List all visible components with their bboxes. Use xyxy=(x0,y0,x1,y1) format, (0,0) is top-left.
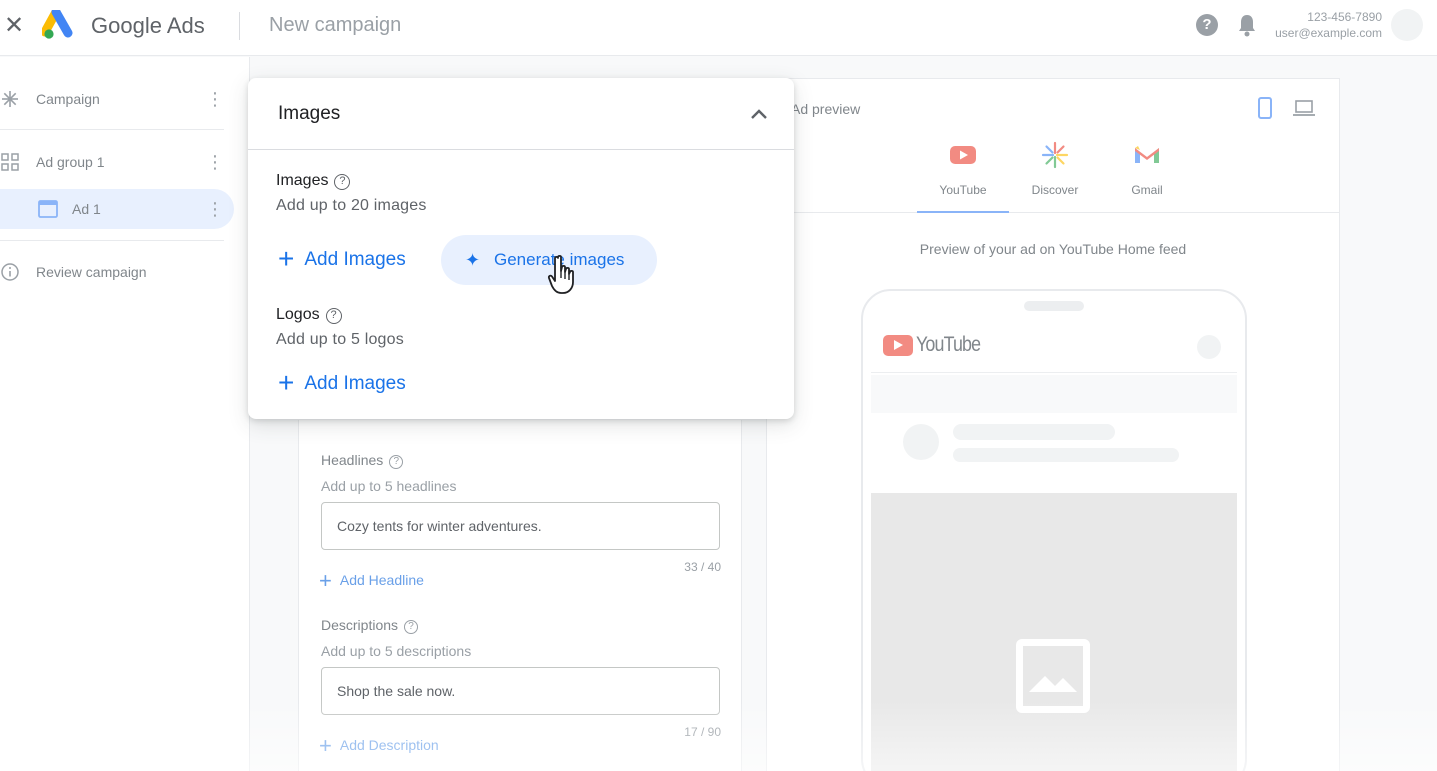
sidebar-item-ad[interactable]: Ad 1 ⋮ xyxy=(0,189,234,229)
headlines-subtitle: Add up to 5 headlines xyxy=(321,478,457,494)
sidebar-item-campaign[interactable]: Campaign ⋮ xyxy=(0,79,234,119)
subtitle-placeholder xyxy=(953,448,1179,462)
description-input[interactable]: Shop the sale now. xyxy=(321,667,720,715)
brand-name: Google Ads xyxy=(91,13,205,38)
sidebar-item-label: Ad group 1 xyxy=(36,154,105,170)
page-title: New campaign xyxy=(269,14,402,36)
images-panel: Images Images? Add up to 20 images + Add … xyxy=(248,78,794,419)
notifications-bell-icon[interactable] xyxy=(1237,13,1257,37)
image-placeholder-icon xyxy=(1016,639,1090,713)
plus-icon: + xyxy=(319,733,332,758)
help-circle-icon[interactable]: ? xyxy=(404,620,419,634)
discover-icon xyxy=(1041,141,1069,169)
ad-image-area xyxy=(871,493,1237,771)
title-placeholder xyxy=(953,424,1115,440)
more-vert-icon[interactable]: ⋮ xyxy=(206,199,224,219)
add-description-button[interactable]: + Add Description xyxy=(319,733,439,759)
close-icon[interactable]: ✕ xyxy=(4,14,24,38)
plus-icon: + xyxy=(278,243,295,274)
header-divider xyxy=(239,12,240,40)
sidebar: Campaign ⋮ Ad group 1 ⋮ Ad 1 ⋮ Review ca… xyxy=(0,57,250,771)
plus-icon: + xyxy=(319,568,332,593)
account-info[interactable]: 123-456-7890 user@example.com xyxy=(1275,9,1382,41)
sidebar-item-label: Ad 1 xyxy=(72,201,101,217)
headline-input[interactable]: Cozy tents for winter adventures. xyxy=(321,502,720,550)
grid-icon xyxy=(1,153,19,171)
preview-caption: Preview of your ad on YouTube Home feed xyxy=(919,241,1187,257)
sidebar-item-ad-group[interactable]: Ad group 1 ⋮ xyxy=(0,142,234,182)
gmail-icon xyxy=(1135,146,1159,163)
hand-pointer-cursor-icon xyxy=(547,254,574,294)
add-logos-button[interactable]: + Add Images xyxy=(278,363,406,403)
chip-strip-placeholder xyxy=(871,375,1237,413)
help-circle-icon[interactable]: ? xyxy=(325,308,342,324)
images-panel-title: Images xyxy=(278,103,341,124)
sparkle-icon: ✦ xyxy=(465,250,481,270)
help-circle-icon[interactable]: ? xyxy=(334,174,351,190)
sidebar-divider xyxy=(0,129,224,130)
youtube-avatar xyxy=(1197,335,1221,359)
tab-youtube[interactable]: YouTube xyxy=(917,137,1009,213)
ad-window-icon xyxy=(38,200,58,218)
help-icon[interactable]: ? xyxy=(1196,14,1218,36)
preview-tabs: YouTube Discover Gmail xyxy=(767,137,1339,213)
logos-section-title: Logos? xyxy=(276,306,342,324)
avatar[interactable] xyxy=(1391,9,1423,41)
info-icon xyxy=(1,263,19,281)
youtube-logo-icon xyxy=(883,335,913,356)
images-section-subtitle: Add up to 20 images xyxy=(276,197,427,214)
headlines-label: Headlines? xyxy=(321,452,404,469)
channel-avatar-placeholder xyxy=(903,424,939,460)
sidebar-divider xyxy=(0,240,224,241)
logos-section-subtitle: Add up to 5 logos xyxy=(276,331,404,348)
youtube-app-bar: YouTube xyxy=(871,321,1237,373)
add-images-button[interactable]: + Add Images xyxy=(278,239,406,279)
google-ads-logo-icon xyxy=(42,10,73,39)
more-vert-icon[interactable]: ⋮ xyxy=(206,89,224,109)
asterisk-icon xyxy=(2,91,18,107)
tab-gmail[interactable]: Gmail xyxy=(1101,137,1193,213)
add-headline-button[interactable]: + Add Headline xyxy=(319,568,424,594)
top-app-bar: ✕ Google Ads New campaign ? 123-456-7890… xyxy=(0,0,1437,56)
images-panel-header[interactable]: Images xyxy=(248,78,794,150)
account-email: user@example.com xyxy=(1275,26,1382,40)
headline-char-count: 33 / 40 xyxy=(684,560,721,574)
help-circle-icon[interactable]: ? xyxy=(389,455,404,469)
descriptions-label: Descriptions? xyxy=(321,617,419,634)
mobile-device-icon[interactable] xyxy=(1258,97,1272,119)
descriptions-subtitle: Add up to 5 descriptions xyxy=(321,643,472,659)
ad-form-card: Headlines? Add up to 5 headlines Cozy te… xyxy=(298,420,742,771)
more-vert-icon[interactable]: ⋮ xyxy=(206,152,224,172)
sidebar-item-review-campaign[interactable]: Review campaign xyxy=(0,252,234,292)
images-section-title: Images? xyxy=(276,172,351,190)
youtube-icon xyxy=(950,146,976,164)
chevron-up-icon[interactable] xyxy=(748,104,770,124)
tab-discover[interactable]: Discover xyxy=(1009,137,1101,213)
sidebar-item-label: Review campaign xyxy=(36,264,147,280)
description-char-count: 17 / 90 xyxy=(684,725,721,739)
ad-preview-title: Ad preview xyxy=(791,101,861,117)
ad-preview-panel: Ad preview YouTube Discover Gmail Previe… xyxy=(766,78,1340,771)
phone-mockup: YouTube xyxy=(861,289,1247,771)
phone-notch xyxy=(1024,301,1084,311)
plus-icon: + xyxy=(278,367,295,398)
youtube-wordmark: YouTube xyxy=(916,333,981,356)
sidebar-item-label: Campaign xyxy=(36,91,100,107)
account-phone: 123-456-7890 xyxy=(1307,10,1382,24)
desktop-device-icon[interactable] xyxy=(1293,99,1315,117)
